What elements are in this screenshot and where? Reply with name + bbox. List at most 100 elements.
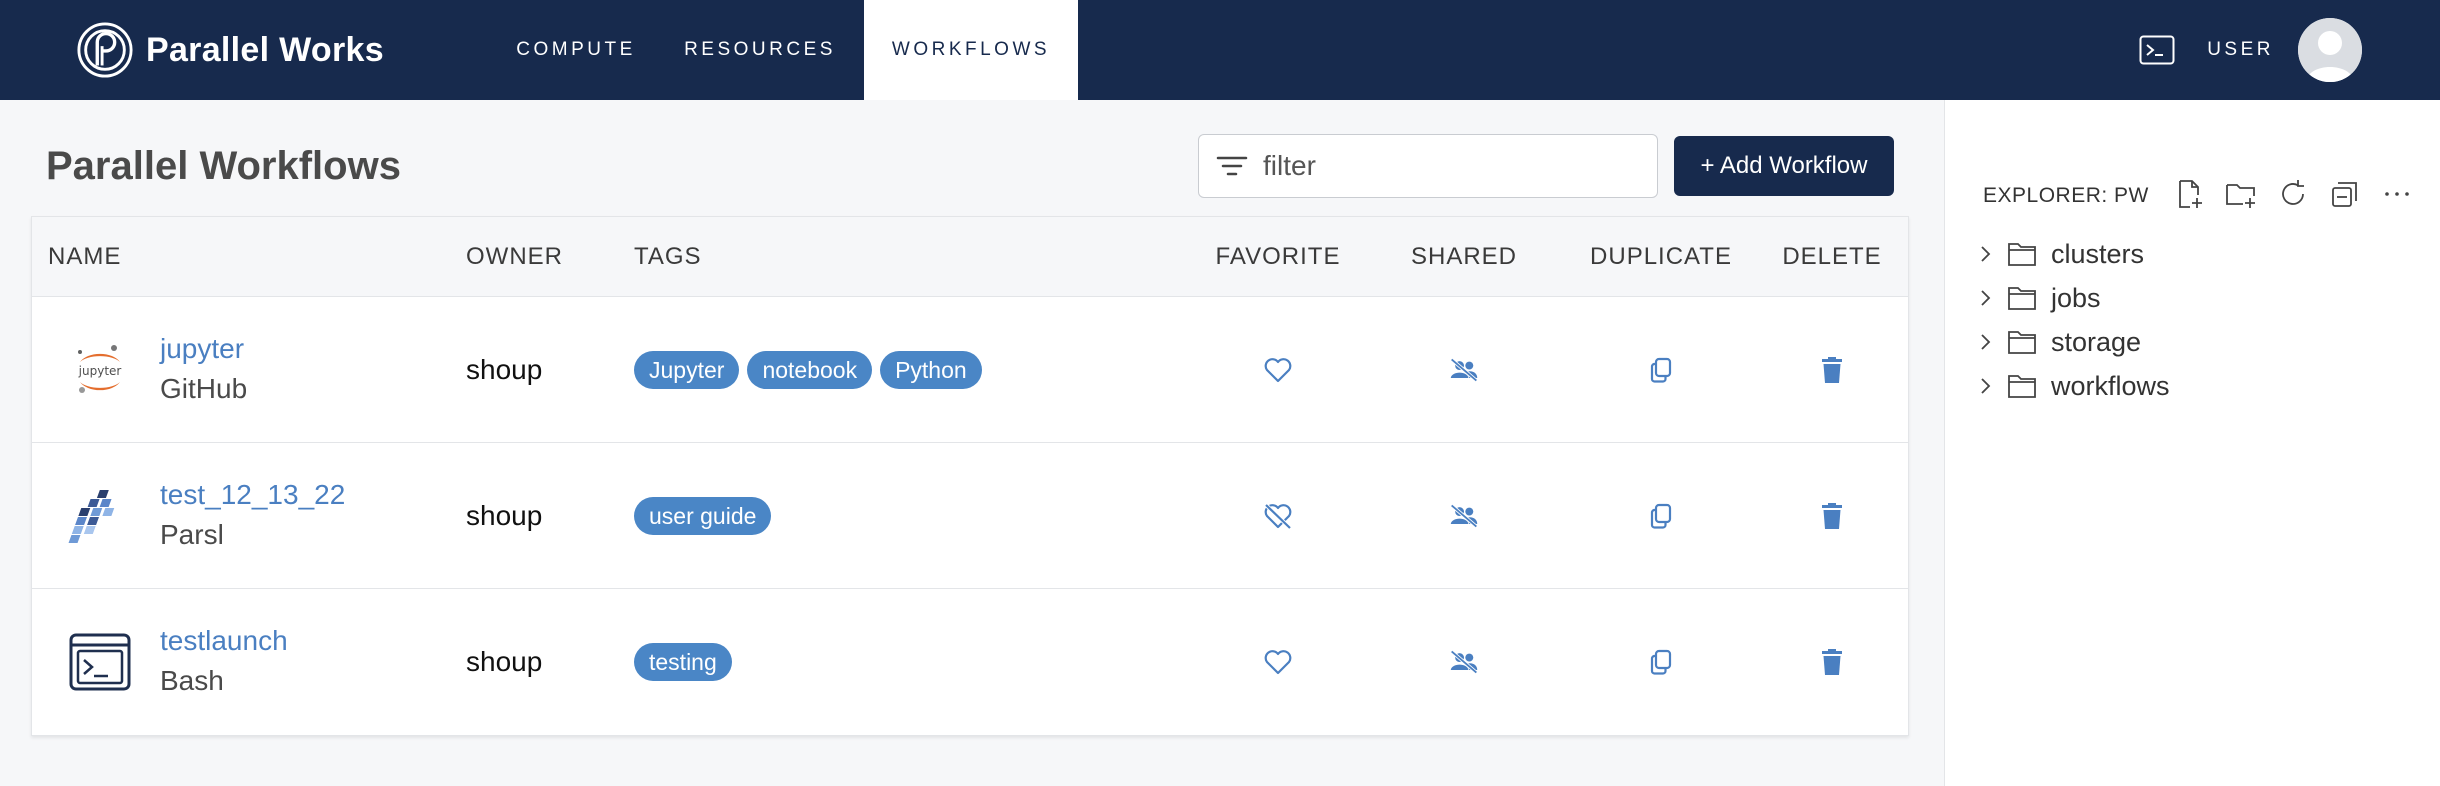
- new-folder-icon[interactable]: [2225, 178, 2257, 210]
- column-header-name[interactable]: NAME: [48, 217, 121, 297]
- nav-item-compute[interactable]: COMPUTE: [496, 0, 656, 100]
- favorite-cell: [1188, 297, 1368, 443]
- users-slash-icon[interactable]: [1449, 647, 1479, 677]
- explorer-title: EXPLORER: PW: [1983, 184, 2149, 207]
- shared-cell: [1374, 297, 1554, 443]
- table-row: test_12_13_22 Parsl shoup user guide: [32, 443, 1908, 589]
- workflow-source: Parsl: [160, 519, 224, 550]
- table-row: testlaunch Bash shoup testing: [32, 589, 1908, 735]
- workflow-name-link[interactable]: test_12_13_22: [160, 479, 345, 511]
- workflows-main: Parallel Workflows + Add Workflow NAME O…: [0, 100, 1944, 786]
- table-header: NAME OWNER TAGS FAVORITE SHARED DUPLICAT…: [32, 217, 1908, 297]
- owner-name: shoup: [466, 500, 543, 531]
- tree-item-workflows[interactable]: workflows: [1975, 364, 2170, 408]
- file-explorer-panel: EXPLORER: PW clusters jobs storage workf…: [1944, 100, 2440, 786]
- jupyter-logo-icon: jupyter: [78, 345, 122, 393]
- refresh-icon[interactable]: [2277, 178, 2309, 210]
- chevron-right-icon[interactable]: [1975, 332, 1995, 352]
- duplicate-cell: [1561, 297, 1761, 443]
- tree-item-label: jobs: [2051, 282, 2101, 313]
- copy-icon[interactable]: [1646, 647, 1676, 677]
- page-title: Parallel Workflows: [46, 144, 401, 188]
- delete-cell: [1767, 443, 1897, 589]
- parsl-logo-icon: [68, 490, 115, 543]
- filter-field[interactable]: [1198, 134, 1658, 198]
- user-label[interactable]: USER: [2207, 39, 2274, 61]
- favorite-cell: [1188, 443, 1368, 589]
- duplicate-cell: [1561, 443, 1761, 589]
- parallel-works-logo-icon: [77, 22, 133, 78]
- avatar[interactable]: [2298, 18, 2362, 82]
- folder-icon: [2008, 287, 2036, 310]
- workflow-source: GitHub: [160, 373, 248, 404]
- collapse-all-icon[interactable]: [2329, 178, 2361, 210]
- tree-item-label: clusters: [2051, 238, 2145, 269]
- filter-input[interactable]: [1263, 150, 1643, 182]
- shared-cell: [1374, 443, 1554, 589]
- filter-icon: [1216, 156, 1248, 176]
- tag-badge[interactable]: Jupyter: [634, 351, 740, 389]
- svg-text:jupyter: jupyter: [78, 364, 122, 378]
- trash-icon[interactable]: [1817, 501, 1847, 531]
- brand-name: Parallel Works: [146, 30, 384, 69]
- column-header-duplicate: DUPLICATE: [1590, 243, 1732, 270]
- tag-badge[interactable]: user guide: [634, 497, 772, 535]
- trash-icon[interactable]: [1817, 647, 1847, 677]
- folder-icon: [2008, 243, 2036, 266]
- chevron-right-icon[interactable]: [1975, 376, 1995, 396]
- nav-item-workflows[interactable]: WORKFLOWS: [864, 0, 1078, 100]
- explorer-tree: clusters jobs storage workflows: [1975, 232, 2170, 408]
- tree-item-storage[interactable]: storage: [1975, 320, 2170, 364]
- explorer-toolbar: [2173, 178, 2413, 210]
- tag-badge[interactable]: notebook: [747, 351, 873, 389]
- more-options-icon[interactable]: [2381, 178, 2413, 210]
- heart-icon[interactable]: [1263, 647, 1293, 677]
- duplicate-cell: [1561, 589, 1761, 735]
- column-header-favorite: FAVORITE: [1215, 243, 1341, 270]
- folder-icon: [2008, 331, 2036, 354]
- column-header-tags: TAGS: [634, 243, 702, 270]
- table-row: jupyter jupyter GitHub shoup Jupyter not…: [32, 297, 1908, 443]
- tags-cell: user guide: [634, 443, 779, 589]
- folder-icon: [2008, 375, 2036, 398]
- tree-item-clusters[interactable]: clusters: [1975, 232, 2170, 276]
- tag-badge[interactable]: Python: [880, 351, 982, 389]
- user-avatar-icon: [2298, 18, 2362, 82]
- terminal-icon[interactable]: [2139, 35, 2175, 65]
- tags-cell: testing: [634, 589, 740, 735]
- heart-icon[interactable]: [1263, 355, 1293, 385]
- workflow-name-link[interactable]: jupyter: [160, 333, 244, 365]
- chevron-right-icon[interactable]: [1975, 244, 1995, 264]
- workflow-name-link[interactable]: testlaunch: [160, 625, 288, 657]
- users-slash-icon[interactable]: [1449, 355, 1479, 385]
- user-area: USER: [2139, 0, 2362, 100]
- add-workflow-button[interactable]: + Add Workflow: [1674, 136, 1894, 196]
- new-file-icon[interactable]: [2173, 178, 2205, 210]
- owner-cell: shoup: [466, 443, 542, 589]
- copy-icon[interactable]: [1646, 355, 1676, 385]
- chevron-right-icon[interactable]: [1975, 288, 1995, 308]
- tree-item-label: storage: [2051, 326, 2142, 357]
- main-nav: COMPUTE RESOURCES WORKFLOWS: [496, 0, 1078, 100]
- users-slash-icon[interactable]: [1449, 501, 1479, 531]
- tag-badge[interactable]: testing: [634, 643, 732, 681]
- owner-cell: shoup: [466, 589, 542, 735]
- favorite-cell: [1188, 589, 1368, 735]
- delete-cell: [1767, 589, 1897, 735]
- delete-cell: [1767, 297, 1897, 443]
- nav-item-resources[interactable]: RESOURCES: [656, 0, 864, 100]
- column-header-owner[interactable]: OWNER: [466, 217, 563, 297]
- tags-cell: Jupyter notebook Python: [634, 297, 990, 443]
- copy-icon[interactable]: [1646, 501, 1676, 531]
- tree-item-jobs[interactable]: jobs: [1975, 276, 2170, 320]
- shared-cell: [1374, 589, 1554, 735]
- tree-item-label: workflows: [2051, 370, 2170, 401]
- heart-off-icon[interactable]: [1263, 501, 1293, 531]
- brand-logo[interactable]: Parallel Works: [76, 20, 384, 80]
- owner-name: shoup: [466, 646, 543, 677]
- owner-cell: shoup: [466, 297, 542, 443]
- workflows-table: NAME OWNER TAGS FAVORITE SHARED DUPLICAT…: [31, 216, 1909, 736]
- workflow-source: Bash: [160, 665, 224, 696]
- trash-icon[interactable]: [1817, 355, 1847, 385]
- owner-name: shoup: [466, 354, 543, 385]
